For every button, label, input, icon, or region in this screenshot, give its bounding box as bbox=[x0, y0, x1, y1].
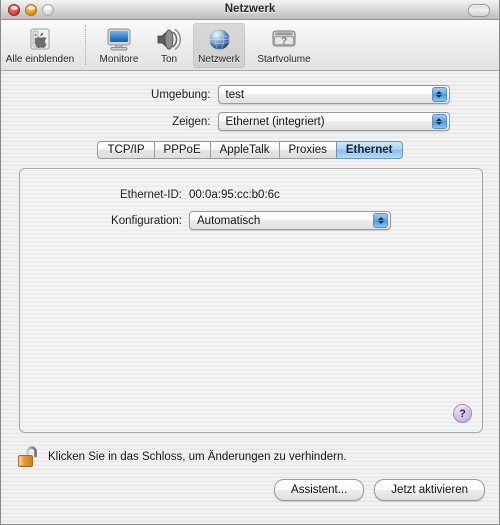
toolbar-item-network[interactable]: Netzwerk bbox=[193, 23, 245, 68]
svg-text:?: ? bbox=[281, 36, 287, 47]
network-globe-icon bbox=[204, 26, 234, 53]
assistant-button[interactable]: Assistent... bbox=[274, 479, 365, 501]
show-row: Zeigen: Ethernet (integriert) bbox=[1, 112, 499, 131]
ethernet-tab-panel: Ethernet-ID: 00:0a:95:cc:b0:6c Konfigura… bbox=[19, 168, 483, 433]
apply-now-button[interactable]: Jetzt aktivieren bbox=[374, 479, 485, 501]
chevron-updown-icon bbox=[431, 114, 447, 129]
tab-ethernet[interactable]: Ethernet bbox=[335, 141, 403, 159]
lock-description: Klicken Sie in das Schloss, um Änderunge… bbox=[48, 451, 347, 463]
show-value: Ethernet (integriert) bbox=[225, 115, 325, 128]
tab-bar: TCP/IP PPPoE AppleTalk Proxies Ethernet bbox=[1, 139, 499, 159]
toolbar-separator bbox=[85, 25, 87, 65]
configuration-label: Konfiguration: bbox=[111, 214, 182, 227]
toolbar-label-displays: Monitore bbox=[99, 54, 139, 65]
toolbar-label-network: Netzwerk bbox=[198, 54, 240, 65]
title-bar: Netzwerk bbox=[1, 0, 499, 20]
configuration-popup[interactable]: Automatisch bbox=[189, 211, 391, 230]
sound-icon bbox=[154, 26, 184, 53]
button-row: Assistent... Jetzt aktivieren bbox=[274, 479, 485, 501]
location-value: test bbox=[225, 88, 245, 101]
show-all-icon bbox=[25, 26, 55, 53]
toolbar-item-displays[interactable]: Monitore bbox=[93, 23, 145, 68]
toolbar-item-show-all[interactable]: Alle einblenden bbox=[1, 23, 79, 68]
tab-tcpip[interactable]: TCP/IP bbox=[97, 141, 154, 159]
toolbar-item-startup-disk[interactable]: ? Startvolume bbox=[245, 23, 323, 68]
zoom-button[interactable] bbox=[42, 3, 54, 16]
toolbar-label-sound: Ton bbox=[160, 54, 178, 65]
location-label: Umgebung: bbox=[151, 88, 211, 101]
toolbar: Alle einblenden Monitore Ton Netzwerk ? … bbox=[1, 20, 499, 71]
lock-row: Klicken Sie in das Schloss, um Änderunge… bbox=[17, 444, 347, 470]
toolbar-label-show-all: Alle einblenden bbox=[5, 54, 75, 65]
displays-icon bbox=[104, 26, 134, 53]
location-row: Umgebung: test bbox=[1, 85, 499, 104]
chevron-updown-icon bbox=[373, 213, 388, 228]
toolbar-item-sound[interactable]: Ton bbox=[145, 23, 193, 68]
unlocked-padlock-icon[interactable] bbox=[17, 444, 39, 470]
window-title: Netzwerk bbox=[224, 3, 276, 15]
help-button[interactable]: ? bbox=[453, 404, 472, 423]
tab-appletalk[interactable]: AppleTalk bbox=[209, 141, 279, 159]
ethernet-id-row: Ethernet-ID: 00:0a:95:cc:b0:6c bbox=[20, 189, 482, 201]
chevron-updown-icon bbox=[431, 87, 447, 102]
tab-proxies[interactable]: Proxies bbox=[278, 141, 336, 159]
configuration-value: Automatisch bbox=[197, 214, 261, 227]
minimize-button[interactable] bbox=[25, 3, 37, 16]
location-popup[interactable]: test bbox=[217, 85, 450, 104]
network-preferences-window: Netzwerk Alle einblenden Monitore Ton Ne… bbox=[0, 0, 500, 525]
toolbar-toggle-button[interactable] bbox=[468, 4, 490, 17]
startup-disk-icon: ? bbox=[269, 26, 299, 53]
toolbar-label-startup-disk: Startvolume bbox=[257, 54, 311, 65]
show-popup[interactable]: Ethernet (integriert) bbox=[217, 112, 450, 131]
configuration-row: Konfiguration: Automatisch bbox=[20, 211, 482, 230]
ethernet-id-label: Ethernet-ID: bbox=[120, 189, 182, 201]
close-button[interactable] bbox=[8, 3, 20, 16]
location-form: Umgebung: test Zeigen: Ethernet (integri… bbox=[1, 71, 499, 131]
show-label: Zeigen: bbox=[172, 115, 211, 128]
ethernet-id-value: 00:0a:95:cc:b0:6c bbox=[189, 189, 280, 201]
tab-pppoe[interactable]: PPPoE bbox=[153, 141, 210, 159]
window-controls bbox=[8, 3, 54, 16]
